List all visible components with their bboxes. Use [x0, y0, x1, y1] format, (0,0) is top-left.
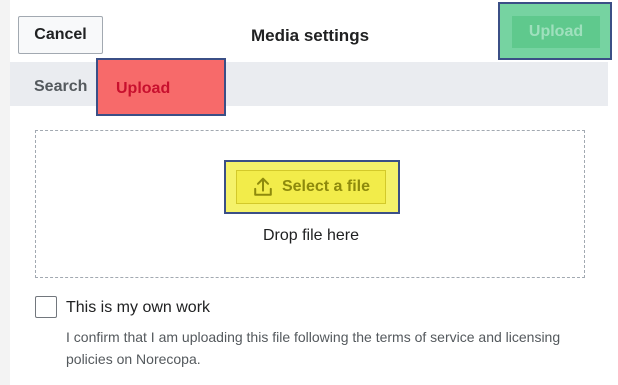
dialog-title: Media settings: [250, 26, 370, 45]
file-drop-zone[interactable]: Select a file Drop file here: [35, 130, 585, 278]
tab-upload[interactable]: Upload: [116, 80, 170, 98]
tab-upload-highlight: Upload: [96, 58, 226, 116]
upload-button-highlight: Upload: [498, 2, 612, 60]
select-file-highlight: Select a file: [224, 160, 400, 214]
select-file-button[interactable]: Select a file: [236, 170, 386, 204]
dialog-header: Cancel Media settings Upload: [10, 0, 618, 62]
screen: Cancel Media settings Upload Search Uplo…: [0, 0, 618, 385]
own-work-help-text: I confirm that I am uploading this file …: [66, 329, 561, 367]
tab-bar: Search Upload: [10, 58, 608, 116]
own-work-label[interactable]: This is my own work: [66, 299, 210, 317]
tab-search[interactable]: Search: [34, 78, 87, 96]
upload-icon: [254, 177, 272, 196]
select-file-label: Select a file: [281, 178, 371, 195]
cancel-button[interactable]: Cancel: [18, 16, 103, 54]
upload-button[interactable]: Upload: [512, 16, 600, 48]
drop-file-text: Drop file here: [262, 227, 360, 244]
media-settings-dialog: Cancel Media settings Upload Search Uplo…: [10, 0, 618, 385]
own-work-checkbox[interactable]: [35, 296, 57, 318]
